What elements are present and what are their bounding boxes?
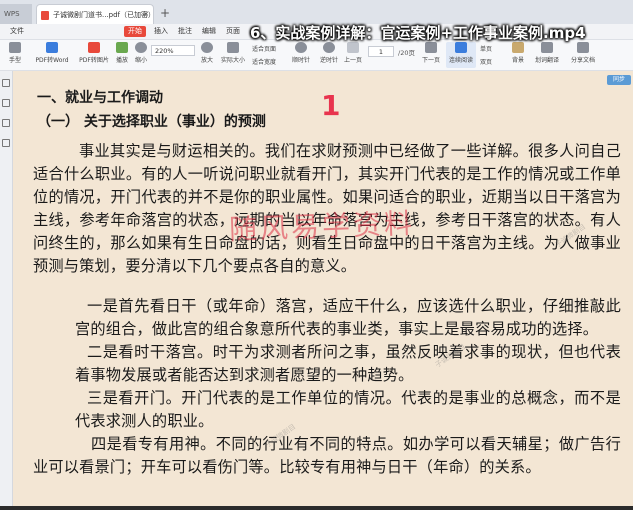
- pdf-to-word-button[interactable]: PDF转Word: [32, 42, 72, 68]
- pdf-to-image-button[interactable]: PDF转图片: [74, 42, 114, 68]
- continuous-read-button[interactable]: 连续阅读: [446, 42, 476, 68]
- translate-icon: [541, 42, 553, 53]
- page-number-input[interactable]: 1: [368, 46, 394, 57]
- video-progress-strip: [0, 506, 633, 510]
- share-button[interactable]: 分享文档: [566, 42, 600, 68]
- zoom-out-label: 缩小: [134, 57, 147, 64]
- zoom-out-button[interactable]: 缩小: [130, 42, 152, 68]
- section-heading: 一、就业与工作调动: [37, 90, 163, 106]
- menu-annotate[interactable]: 批注: [174, 26, 196, 37]
- background-button[interactable]: 背景: [506, 42, 530, 68]
- tab-home-label: WPS: [4, 10, 20, 18]
- page-marker: 1: [321, 89, 341, 122]
- tab-document-label: 子诚微剧门道书...pdf（已加密）: [53, 11, 154, 19]
- prev-page-label: 上一页: [343, 57, 362, 64]
- palette-icon: [512, 42, 524, 53]
- paragraph-3: 二是看时干落宫。时干为求测者所问之事，虽然反映着求事的现状，但也代表着事物发展或…: [75, 343, 621, 384]
- menu-page[interactable]: 页面: [222, 26, 244, 37]
- double-page-button[interactable]: 双页: [480, 57, 492, 66]
- rotate-right-icon: [295, 42, 307, 53]
- next-page-label: 下一页: [421, 57, 440, 64]
- annotation-icon[interactable]: [2, 119, 10, 127]
- page-total: /20页: [398, 49, 415, 57]
- translate-button[interactable]: 划词翻译: [530, 42, 564, 68]
- pdf-to-image-label: PDF转图片: [79, 57, 109, 64]
- share-icon: [577, 42, 589, 53]
- subsection-heading: （一） 关于选择职业（事业）的预测: [37, 114, 266, 130]
- hand-tool-button[interactable]: 手型: [0, 42, 30, 68]
- pdf-reader-window: WPS 子诚微剧门道书...pdf（已加密） ✕ + 6、实战案例详解：官运案例…: [0, 0, 633, 510]
- play-icon: [116, 42, 128, 53]
- pdf-to-word-label: PDF转Word: [35, 57, 69, 64]
- continuous-label: 连续阅读: [448, 57, 473, 64]
- zoom-out-icon: [135, 42, 147, 53]
- fit-width-button[interactable]: 适合宽度: [252, 57, 276, 66]
- share-label: 分享文档: [570, 57, 595, 64]
- menu-edit[interactable]: 编辑: [198, 26, 220, 37]
- zoom-in-button[interactable]: 放大: [196, 42, 218, 68]
- image-icon: [88, 42, 100, 53]
- actual-size-icon: [227, 42, 239, 53]
- bookmark-icon[interactable]: [2, 99, 10, 107]
- zoom-level-select[interactable]: 220%: [151, 45, 195, 56]
- paragraph-2: 一是首先看日干（或年命）落宫，适应干什么，应该选什么职业，仔细推敲此宫的组合，做…: [75, 297, 621, 338]
- actual-size-button[interactable]: 实际大小: [218, 42, 248, 68]
- menu-file[interactable]: 文件: [6, 26, 28, 37]
- arrow-up-icon: [347, 42, 359, 53]
- translate-label: 划词翻译: [534, 57, 559, 64]
- close-icon[interactable]: ✕: [142, 5, 149, 24]
- thumbnail-icon[interactable]: [2, 79, 10, 87]
- pdf-file-icon: [41, 11, 49, 20]
- tab-home[interactable]: WPS: [0, 4, 32, 24]
- sync-badge[interactable]: 同步: [607, 75, 631, 85]
- search-icon[interactable]: [2, 139, 10, 147]
- zoom-in-icon: [201, 42, 213, 53]
- rotate-left-icon: [323, 42, 335, 53]
- menu-home[interactable]: 开始: [124, 26, 146, 37]
- toolbar: 手型 PDF转Word PDF转图片 播放 缩小 220% 放大 实际大小 适合…: [0, 40, 633, 71]
- fit-page-button[interactable]: 适合页面: [252, 44, 276, 53]
- tab-document[interactable]: 子诚微剧门道书...pdf（已加密） ✕: [36, 4, 154, 24]
- menu-insert[interactable]: 插入: [150, 26, 172, 37]
- left-sidebar: [0, 71, 13, 510]
- hand-icon: [9, 42, 21, 53]
- red-watermark: 随风易学资料: [228, 206, 416, 247]
- next-page-button[interactable]: 下一页: [418, 42, 444, 68]
- arrow-down-icon: [425, 42, 437, 53]
- paragraph-5: 四是看专有用神。不同的行业有不同的特点。如办学可以看天辅星；做广告行业可以看景门…: [33, 435, 621, 476]
- continuous-icon: [455, 42, 467, 53]
- actual-size-label: 实际大小: [220, 57, 245, 64]
- background-label: 背景: [511, 57, 524, 64]
- clockwise-label: 顺时针: [291, 57, 310, 64]
- word-icon: [46, 42, 58, 53]
- paragraph-4: 三是看开门。开门代表的是工作单位的情况。代表的是事业的总概念，而不是代表求测人的…: [75, 389, 621, 430]
- single-page-button[interactable]: 单页: [480, 44, 492, 53]
- new-tab-button[interactable]: +: [160, 4, 170, 22]
- prev-page-button[interactable]: 上一页: [340, 42, 366, 68]
- document-page[interactable]: 一、就业与工作调动 （一） 关于选择职业（事业）的预测 1 事业其实是与财运相关…: [13, 71, 633, 510]
- clockwise-button[interactable]: 顺时针: [286, 42, 316, 68]
- zoom-in-label: 放大: [200, 57, 213, 64]
- hand-tool-label: 手型: [8, 57, 21, 64]
- video-title-overlay: 6、实战案例详解：官运案例+工作事业案例.mp4: [250, 24, 586, 42]
